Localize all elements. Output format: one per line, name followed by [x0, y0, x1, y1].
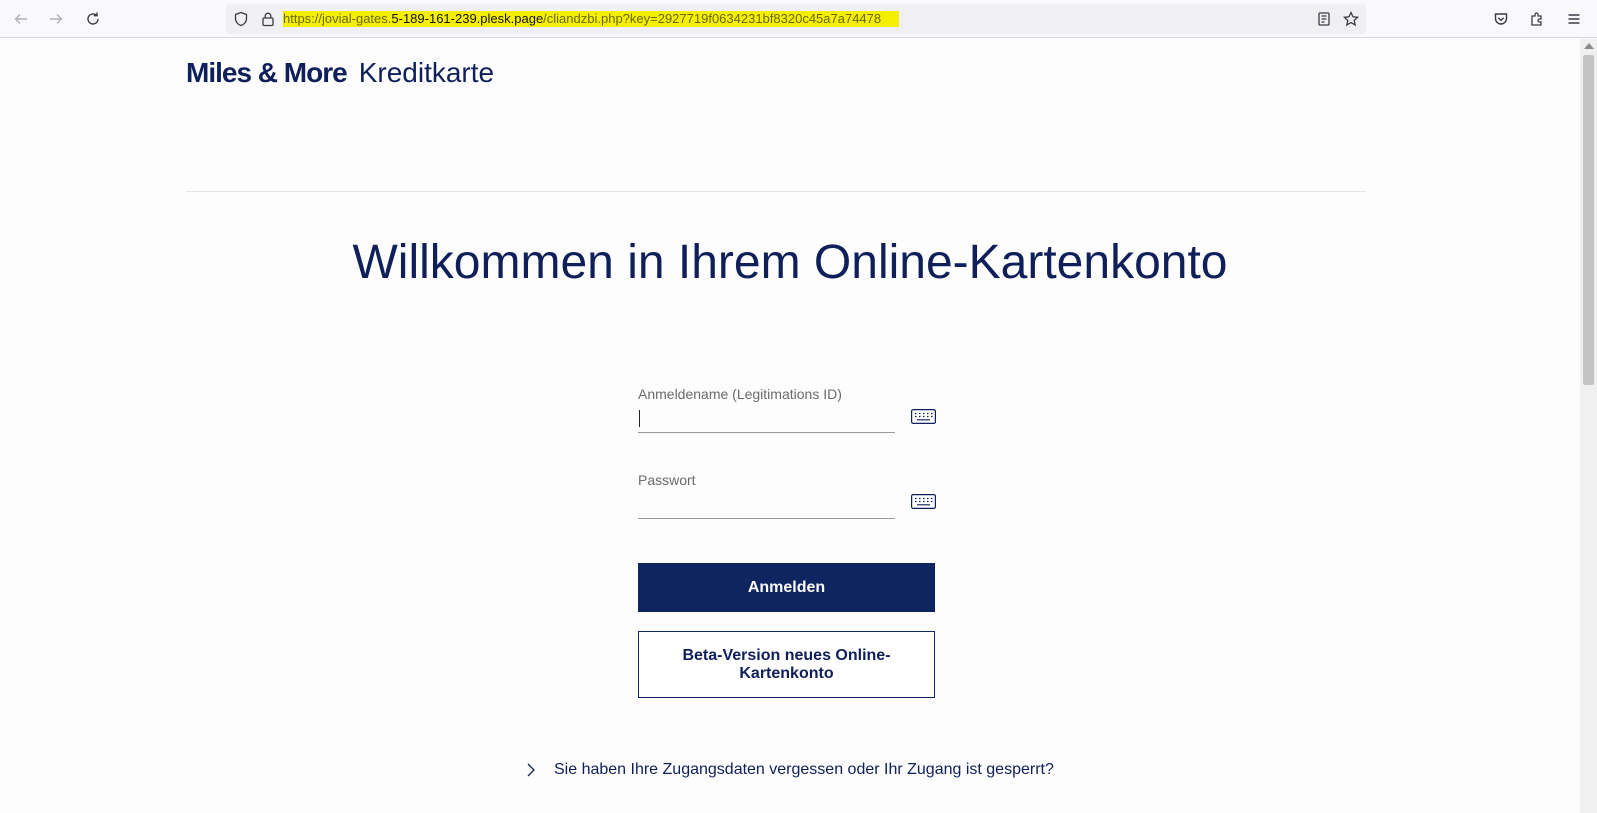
reload-icon[interactable] — [80, 6, 106, 32]
forgot-credentials-link[interactable]: Sie haben Ihre Zugangsdaten vergessen od… — [525, 761, 1054, 779]
brand-product: Kreditkarte — [358, 57, 495, 88]
username-input[interactable] — [638, 405, 895, 433]
username-label: Anmeldename (Legitimations ID) — [638, 386, 842, 402]
beta-version-button[interactable]: Beta-Version neues Online-Kartenkonto — [638, 631, 935, 698]
scroll-thumb[interactable] — [1583, 55, 1594, 385]
extensions-icon[interactable] — [1524, 6, 1550, 32]
url-prefix: https://jovial-gates. — [283, 11, 392, 26]
web-page: Miles & More Kreditkarte Willkommen in I… — [0, 39, 1580, 813]
pocket-icon[interactable] — [1488, 6, 1514, 32]
forward-icon[interactable] — [43, 6, 69, 32]
header-divider — [186, 191, 1366, 192]
scroll-up-icon[interactable] — [1584, 43, 1594, 49]
url-bar[interactable]: https://jovial-gates.5-189-161-239.plesk… — [226, 4, 1366, 34]
back-icon[interactable] — [8, 6, 34, 32]
page-scrollbar[interactable] — [1580, 39, 1597, 813]
brand-name: Miles & More — [186, 57, 348, 88]
browser-toolbar: https://jovial-gates.5-189-161-239.plesk… — [0, 0, 1597, 38]
url-text[interactable]: https://jovial-gates.5-189-161-239.plesk… — [283, 11, 900, 27]
page-title: Willkommen in Ihrem Online-Kartenkonto — [352, 236, 1228, 289]
lock-icon[interactable] — [260, 11, 276, 27]
brand-logo[interactable]: Miles & More Kreditkarte — [186, 57, 494, 91]
login-button[interactable]: Anmelden — [638, 563, 935, 612]
text-caret — [639, 410, 640, 427]
bookmark-star-icon[interactable] — [1342, 10, 1360, 27]
password-label: Passwort — [638, 472, 696, 488]
virtual-keyboard-icon[interactable] — [911, 494, 936, 510]
menu-icon[interactable] — [1561, 6, 1587, 32]
url-path: /cliandzbi.php?key=2927719f0634231bf8320… — [543, 11, 882, 26]
shield-icon[interactable] — [233, 11, 249, 27]
reader-view-icon[interactable] — [1316, 11, 1332, 27]
forgot-credentials-text: Sie haben Ihre Zugangsdaten vergessen od… — [554, 761, 1054, 778]
virtual-keyboard-icon[interactable] — [911, 409, 936, 425]
chevron-right-icon — [527, 763, 535, 777]
url-host: 5-189-161-239.plesk.page — [391, 11, 544, 26]
password-input[interactable] — [638, 491, 895, 519]
